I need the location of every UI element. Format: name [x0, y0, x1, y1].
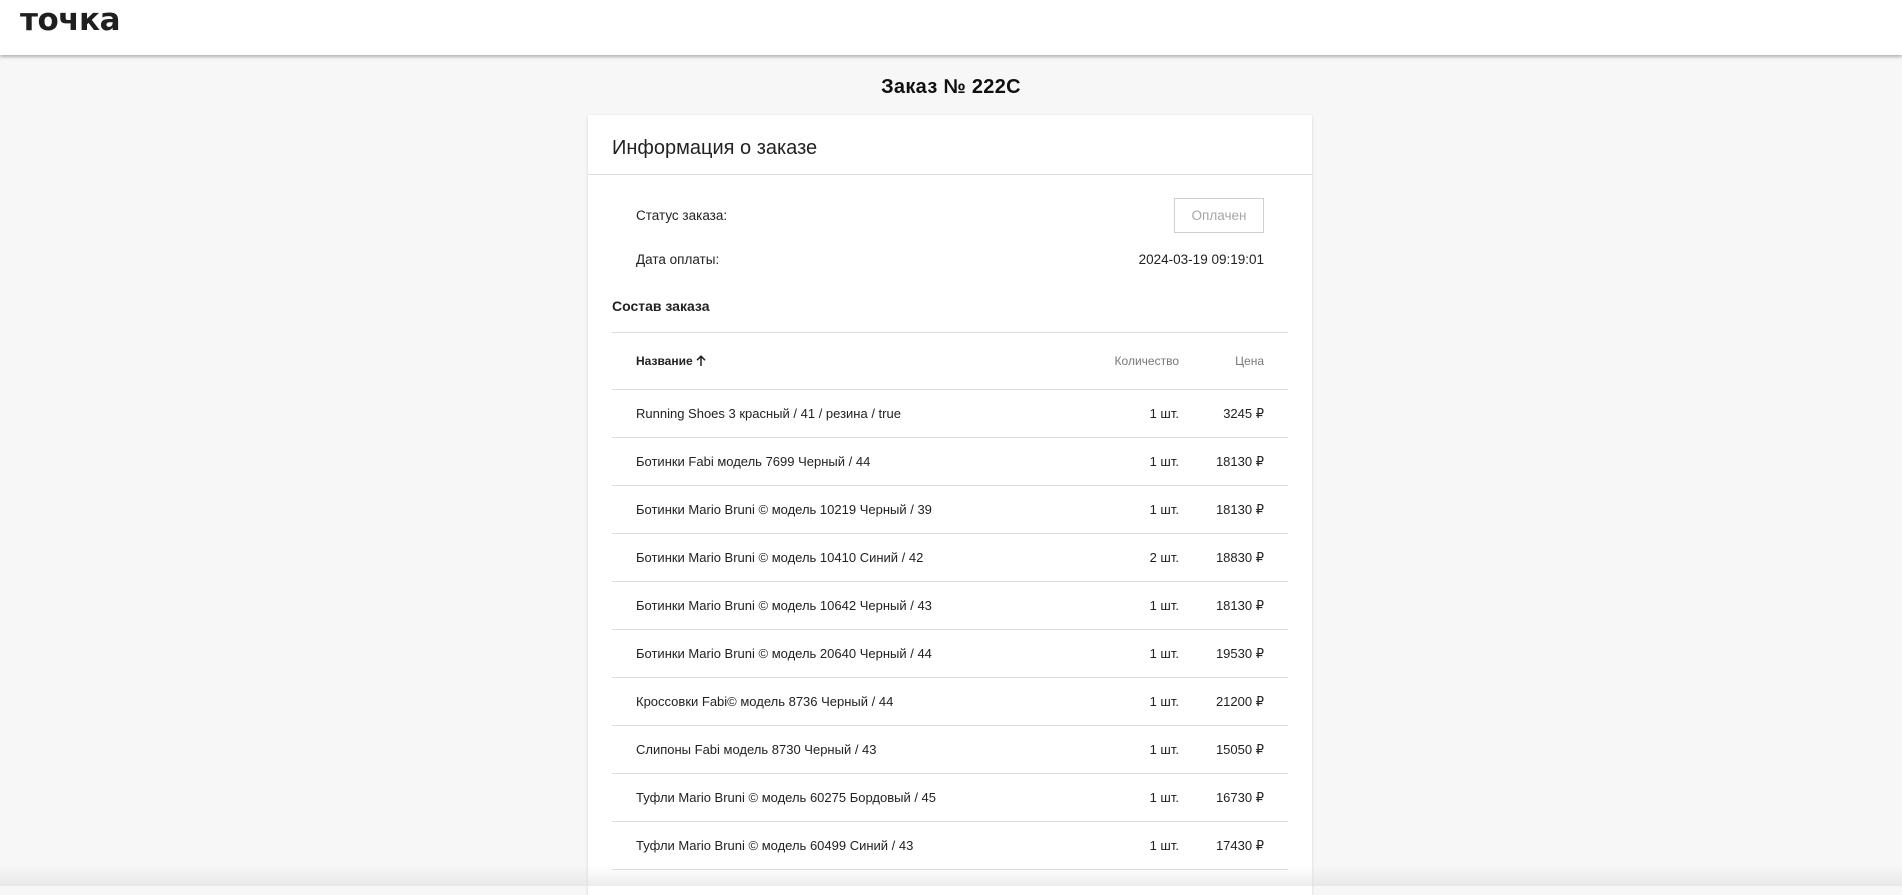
item-name: Туфли Mario Bruni © модель 60499 Синий /…	[636, 838, 914, 853]
arrow-up-icon	[695, 355, 707, 367]
item-price: 17430 ₽	[1215, 837, 1264, 853]
order-status-row: Статус заказа: Оплачен	[636, 198, 1264, 233]
column-header-quantity[interactable]: Количество	[1079, 354, 1179, 368]
column-header-name[interactable]: Название	[612, 354, 1079, 368]
order-status-button[interactable]: Оплачен	[1174, 198, 1264, 233]
item-price: 18830 ₽	[1215, 549, 1264, 565]
table-row: Ботинки Mario Bruni © модель 10642 Черны…	[612, 582, 1288, 630]
card-title: Информация о заказе	[588, 115, 1312, 175]
item-quantity: 1 шт.	[1149, 454, 1179, 469]
table-row: Слипоны Fabi модель 8730 Черный / 43 1 ш…	[612, 726, 1288, 774]
item-quantity: 1 шт.	[1149, 502, 1179, 517]
table-row: Ботинки Mario Bruni © модель 10410 Синий…	[612, 534, 1288, 582]
item-quantity: 1 шт.	[1149, 742, 1179, 757]
order-info-card: Информация о заказе Статус заказа: Оплач…	[588, 115, 1312, 895]
order-items-title: Состав заказа	[612, 298, 710, 314]
table-row: Туфли Mario Bruni © модель 60499 Синий /…	[612, 822, 1288, 870]
item-name: Кроссовки Fabi© модель 8736 Черный / 44	[636, 694, 894, 709]
table-row: Ботинки Mario Bruni © модель 20640 Черны…	[612, 630, 1288, 678]
table-row: Ботинки Fabi модель 7699 Черный / 44 1 ш…	[612, 438, 1288, 486]
item-quantity: 1 шт.	[1149, 694, 1179, 709]
table-row: Кроссовки Fabi© модель 8736 Черный / 44 …	[612, 678, 1288, 726]
item-name: Ботинки Mario Bruni © модель 10642 Черны…	[636, 598, 932, 613]
item-price: 18130 ₽	[1215, 501, 1264, 517]
item-price: 19530 ₽	[1215, 645, 1264, 661]
table-row: Running Shoes 3 красный / 41 / резина / …	[612, 390, 1288, 438]
item-name: Слипоны Fabi модель 8730 Черный / 43	[636, 742, 877, 757]
payment-date-label: Дата оплаты:	[636, 251, 720, 267]
logo[interactable]: точка	[20, 2, 121, 38]
order-items-table: Название Количество Цена Running Shoes 3…	[612, 332, 1288, 870]
item-quantity: 2 шт.	[1149, 550, 1179, 565]
item-price: 16730 ₽	[1215, 789, 1264, 805]
item-quantity: 1 шт.	[1149, 838, 1179, 853]
item-price: 21200 ₽	[1215, 693, 1264, 709]
item-name: Ботинки Fabi модель 7699 Черный / 44	[636, 454, 871, 469]
column-header-name-label: Название	[636, 354, 693, 368]
payment-date-row: Дата оплаты: 2024-03-19 09:19:01	[636, 247, 1264, 271]
column-header-price[interactable]: Цена	[1179, 354, 1288, 368]
item-price: 18130 ₽	[1215, 453, 1264, 469]
item-price: 18130 ₽	[1215, 597, 1264, 613]
item-name: Ботинки Mario Bruni © модель 20640 Черны…	[636, 646, 932, 661]
item-name: Туфли Mario Bruni © модель 60275 Бордовы…	[636, 790, 937, 805]
page-title: Заказ № 222С	[881, 76, 1021, 98]
item-quantity: 1 шт.	[1149, 406, 1179, 421]
table-header: Название Количество Цена	[612, 332, 1288, 390]
item-name: Ботинки Mario Bruni © модель 10219 Черны…	[636, 502, 932, 517]
item-name: Running Shoes 3 красный / 41 / резина / …	[636, 406, 901, 421]
item-quantity: 1 шт.	[1149, 598, 1179, 613]
bottom-scroll-shadow	[0, 866, 1902, 886]
payment-date-value: 2024-03-19 09:19:01	[1138, 251, 1264, 267]
item-name: Ботинки Mario Bruni © модель 10410 Синий…	[636, 550, 924, 565]
item-price: 15050 ₽	[1215, 741, 1264, 757]
item-price: 3245 ₽	[1223, 405, 1264, 421]
top-bar: точка	[0, 0, 1902, 55]
order-status-label: Статус заказа:	[636, 208, 728, 223]
item-quantity: 1 шт.	[1149, 646, 1179, 661]
item-quantity: 1 шт.	[1149, 790, 1179, 805]
table-row: Ботинки Mario Bruni © модель 10219 Черны…	[612, 486, 1288, 534]
table-row: Туфли Mario Bruni © модель 60275 Бордовы…	[612, 774, 1288, 822]
